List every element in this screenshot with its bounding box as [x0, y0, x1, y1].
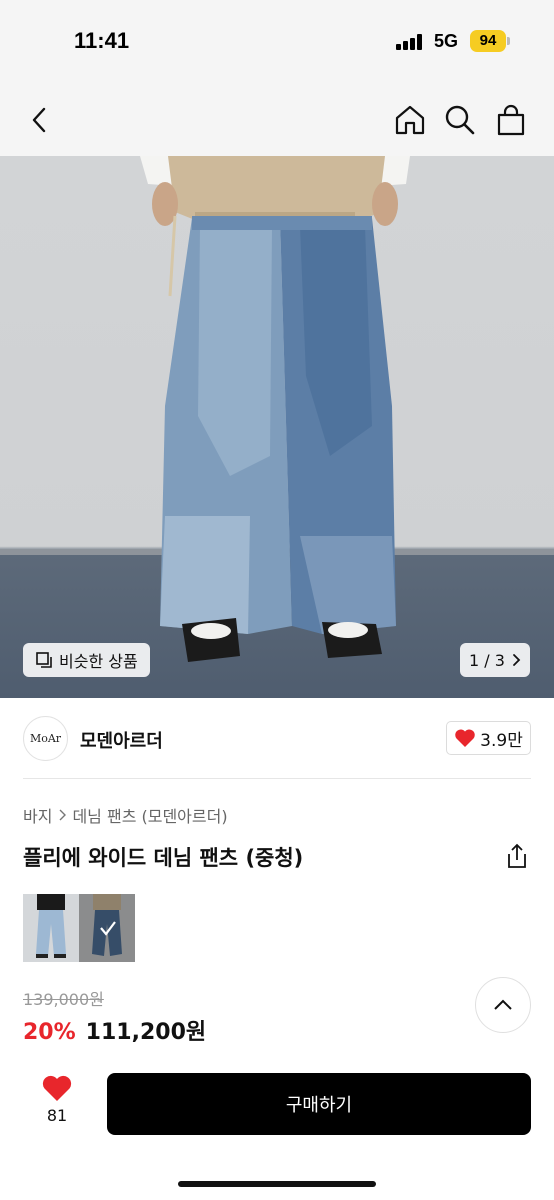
share-icon: [508, 843, 526, 868]
battery-tip: [507, 37, 510, 45]
chevron-up-icon: [494, 999, 512, 1010]
discount-rate: 20%: [23, 1020, 76, 1045]
heart-icon: [42, 1075, 72, 1101]
divider: [23, 778, 531, 779]
color-option-medium[interactable]: [79, 894, 135, 962]
bag-icon: [497, 104, 525, 136]
scroll-top-button[interactable]: [475, 977, 531, 1033]
wishlist-button[interactable]: 81: [34, 1074, 80, 1130]
brand-like-button[interactable]: 3.9만: [446, 721, 531, 755]
heart-icon: [455, 729, 475, 747]
signal-icon: [396, 34, 426, 50]
similar-products-label: 비슷한 상품: [59, 652, 138, 671]
chevron-right-icon: [513, 654, 521, 666]
chevron-right-icon: [59, 809, 67, 821]
status-bar: 11:41 5G 94: [0, 0, 554, 84]
similar-products-button[interactable]: 비슷한 상품: [23, 643, 150, 677]
image-counter-button[interactable]: 1 / 3: [460, 643, 530, 677]
price-row: 20% 111,200원: [23, 1014, 206, 1046]
wishlist-count: 81: [46, 1106, 68, 1125]
image-counter: 1 / 3: [469, 650, 505, 670]
search-icon: [445, 105, 475, 135]
nav-header: [0, 84, 554, 156]
search-button[interactable]: [440, 100, 480, 140]
brand-like-count: 3.9만: [480, 730, 523, 751]
cart-button[interactable]: [491, 100, 531, 140]
home-indicator: [178, 1181, 376, 1187]
battery-icon: 94: [470, 30, 506, 52]
chevron-left-icon: [32, 107, 46, 133]
product-title: 플리에 와이드 데님 팬츠 (중청): [23, 846, 304, 870]
breadcrumb-subcategory[interactable]: 데님 팬츠 (모덴아르더): [72, 803, 227, 827]
share-button[interactable]: [504, 842, 530, 870]
brand-name[interactable]: 모덴아르더: [80, 727, 163, 753]
sale-price: 111,200원: [85, 1020, 207, 1045]
network-label: 5G: [434, 31, 459, 51]
color-option-light[interactable]: [23, 894, 79, 962]
original-price: 139,000원: [23, 990, 104, 1009]
back-button[interactable]: [20, 100, 60, 140]
thumbnail-light-photo: [23, 894, 79, 962]
buy-button[interactable]: 구매하기: [107, 1073, 531, 1135]
status-time: 11:41: [74, 28, 130, 53]
breadcrumb-category[interactable]: 바지: [23, 803, 52, 827]
breadcrumb: 바지 데님 팬츠 (모덴아르더): [23, 803, 228, 827]
brand-logo[interactable]: MoAr: [23, 716, 68, 761]
color-thumbnails: [23, 894, 135, 962]
home-button[interactable]: [390, 100, 430, 140]
thumbnail-medium-photo: [79, 894, 135, 962]
home-icon: [395, 105, 425, 135]
product-image[interactable]: 비슷한 상품 1 / 3: [0, 156, 554, 698]
copy-icon: [36, 652, 52, 668]
brand-row[interactable]: MoAr 모덴아르더 3.9만: [0, 698, 554, 778]
product-photo: [140, 156, 410, 662]
